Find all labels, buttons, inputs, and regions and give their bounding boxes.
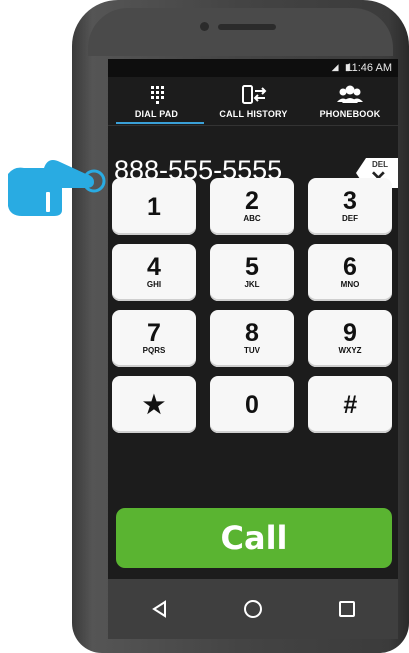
tab-bar: DIAL PAD CALL HISTORY PHONEBOOK bbox=[108, 77, 398, 126]
key-letters: WXYZ bbox=[338, 346, 362, 355]
key-letters: ABC bbox=[243, 214, 261, 223]
dialpad-icon bbox=[108, 83, 205, 109]
phonebook-icon bbox=[302, 83, 398, 109]
earpiece-speaker bbox=[218, 24, 276, 30]
key-digit: 0 bbox=[245, 391, 259, 419]
key-star[interactable]: ★ bbox=[112, 376, 196, 433]
key-9[interactable]: 9 WXYZ bbox=[308, 310, 392, 367]
keypad: 1 2 ABC 3 DEF 4 GHI 5 JKL 6 MNO 7 PQRS 8… bbox=[112, 178, 392, 438]
key-8[interactable]: 8 TUV bbox=[210, 310, 294, 367]
key-7[interactable]: 7 PQRS bbox=[112, 310, 196, 367]
key-digit: 8 bbox=[245, 319, 259, 347]
key-digit: 1 bbox=[147, 193, 161, 221]
call-label: Call bbox=[220, 519, 288, 557]
key-letters: MNO bbox=[340, 280, 360, 289]
key-hash[interactable]: # bbox=[308, 376, 392, 433]
system-nav-bar bbox=[108, 579, 398, 639]
key-letters: TUV bbox=[244, 346, 260, 355]
key-2[interactable]: 2 ABC bbox=[210, 178, 294, 235]
key-digit: 4 bbox=[147, 253, 161, 281]
tab-dial-pad[interactable]: DIAL PAD bbox=[108, 77, 205, 125]
key-letters: PQRS bbox=[142, 346, 166, 355]
back-icon[interactable] bbox=[148, 597, 172, 621]
key-digit: 3 bbox=[343, 187, 357, 215]
star-icon: ★ bbox=[142, 391, 166, 419]
tab-label: PHONEBOOK bbox=[319, 109, 381, 119]
active-tab-indicator bbox=[116, 122, 204, 124]
key-letters: GHI bbox=[146, 280, 162, 289]
key-1[interactable]: 1 bbox=[112, 178, 196, 235]
key-letters: JKL bbox=[244, 280, 260, 289]
front-camera bbox=[200, 22, 209, 31]
status-bar: ◢ ▮ 11:46 AM bbox=[108, 59, 398, 77]
key-digit: 6 bbox=[343, 253, 357, 281]
key-3[interactable]: 3 DEF bbox=[308, 178, 392, 235]
key-digit: 5 bbox=[245, 253, 259, 281]
key-0[interactable]: 0 bbox=[210, 376, 294, 433]
call-history-icon bbox=[205, 83, 302, 109]
call-button[interactable]: Call bbox=[116, 508, 392, 568]
key-5[interactable]: 5 JKL bbox=[210, 244, 294, 301]
recents-icon[interactable] bbox=[335, 597, 359, 621]
home-icon[interactable] bbox=[241, 597, 265, 621]
key-digit: 9 bbox=[343, 319, 357, 347]
tab-label: CALL HISTORY bbox=[219, 109, 288, 119]
phone-top-bezel bbox=[88, 8, 393, 56]
key-digit: 7 bbox=[147, 319, 161, 347]
key-letters: DEF bbox=[342, 214, 358, 223]
key-digit: # bbox=[343, 391, 357, 419]
status-time: 11:46 AM bbox=[346, 62, 392, 74]
tab-label: DIAL PAD bbox=[134, 109, 179, 119]
tab-phonebook[interactable]: PHONEBOOK bbox=[302, 77, 398, 125]
key-4[interactable]: 4 GHI bbox=[112, 244, 196, 301]
key-digit: 2 bbox=[245, 187, 259, 215]
pointing-hand-icon bbox=[0, 150, 110, 220]
key-6[interactable]: 6 MNO bbox=[308, 244, 392, 301]
tab-call-history[interactable]: CALL HISTORY bbox=[205, 77, 302, 125]
